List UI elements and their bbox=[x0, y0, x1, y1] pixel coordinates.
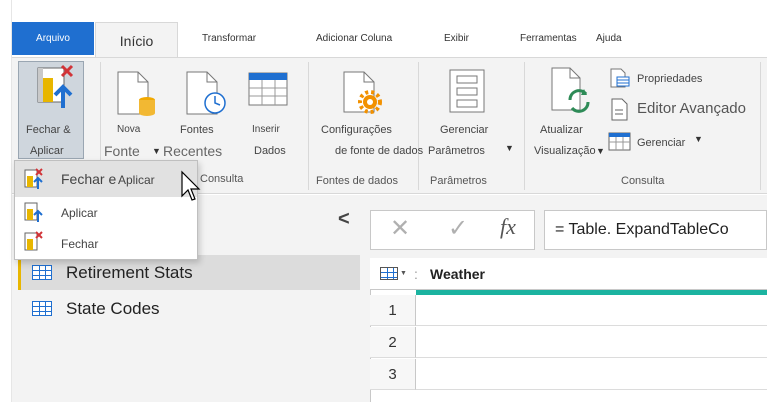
manage-parameters-icon bbox=[448, 68, 488, 121]
tab-ajuda[interactable]: Ajuda bbox=[596, 22, 622, 55]
fx-button[interactable]: fx bbox=[500, 214, 516, 240]
manage-parameters-label[interactable]: Gerenciar bbox=[440, 123, 488, 137]
menu-item-apply[interactable]: Aplicar bbox=[61, 206, 98, 220]
close-apply-label-1: Fechar & bbox=[26, 124, 71, 136]
enter-data-label-2[interactable]: Dados bbox=[254, 144, 286, 158]
ribbon-separator bbox=[308, 62, 309, 190]
ribbon-separator bbox=[760, 62, 761, 190]
chevron-down-icon[interactable]: ▼ bbox=[400, 270, 407, 277]
recent-sources-label[interactable]: Fontes bbox=[180, 123, 214, 137]
table-icon bbox=[32, 301, 52, 316]
advanced-editor-button[interactable]: Editor Avançado bbox=[637, 101, 746, 116]
table-cell[interactable] bbox=[416, 327, 767, 358]
tab-transformar[interactable]: Transformar bbox=[202, 22, 256, 55]
chevron-down-icon[interactable]: ▼ bbox=[694, 134, 703, 144]
tab-exibir[interactable]: Exibir bbox=[444, 22, 469, 55]
recent-sources-label-2[interactable]: Recentes bbox=[163, 144, 222, 158]
row-number: 2 bbox=[370, 327, 416, 358]
new-source-label-2[interactable]: Fonte bbox=[104, 144, 140, 158]
left-edge bbox=[0, 0, 12, 402]
refresh-preview-icon bbox=[548, 66, 594, 123]
table-cell[interactable] bbox=[416, 359, 767, 390]
group-label-parametros: Parâmetros bbox=[430, 175, 487, 187]
close-apply-icon bbox=[36, 64, 76, 119]
row-number: 1 bbox=[370, 295, 416, 326]
properties-icon bbox=[609, 68, 631, 93]
query-label[interactable]: Retirement Stats bbox=[66, 263, 193, 283]
mouse-cursor-icon bbox=[180, 170, 202, 215]
group-label-consulta: Consulta bbox=[621, 175, 665, 187]
data-source-settings-icon bbox=[340, 70, 384, 123]
table-icon bbox=[32, 265, 52, 280]
menu-item-label[interactable]: Fechar e bbox=[61, 171, 116, 187]
header-divider: : bbox=[414, 266, 418, 282]
table-menu-icon[interactable] bbox=[380, 267, 398, 280]
collapse-pane-button[interactable]: < bbox=[338, 208, 350, 231]
enter-data-label[interactable]: Inserir bbox=[252, 123, 280, 137]
manage-button[interactable]: Gerenciar bbox=[637, 136, 685, 150]
new-source-icon bbox=[112, 70, 158, 123]
manage-parameters-label-2[interactable]: Parâmetros bbox=[428, 144, 485, 158]
tab-ferramentas[interactable]: Ferramentas bbox=[520, 22, 577, 55]
formula-input[interactable]: = Table. ExpandTableCo bbox=[544, 210, 767, 250]
group-label-fontes: Fontes de dados bbox=[316, 175, 398, 187]
column-header-weather[interactable]: Weather bbox=[430, 266, 485, 282]
properties-button[interactable]: Propriedades bbox=[637, 72, 702, 86]
confirm-formula-button[interactable]: ✓ bbox=[448, 214, 468, 243]
data-source-settings-label[interactable]: Configurações bbox=[321, 123, 392, 137]
tab-arquivo[interactable]: Arquivo bbox=[12, 22, 94, 55]
cancel-formula-button[interactable]: ✕ bbox=[390, 214, 410, 243]
query-label[interactable]: State Codes bbox=[66, 299, 160, 319]
row-number: 3 bbox=[370, 359, 416, 390]
close-apply-label-2: Aplicar bbox=[30, 145, 64, 157]
menu-item-label[interactable]: Aplicar bbox=[118, 173, 155, 187]
chevron-down-icon[interactable]: ▼ bbox=[596, 146, 605, 156]
chevron-down-icon[interactable]: ▼ bbox=[152, 146, 161, 156]
apply-icon bbox=[24, 201, 44, 228]
tab-inicio[interactable]: Início bbox=[95, 22, 178, 58]
tab-adicionar-coluna[interactable]: Adicionar Coluna bbox=[316, 22, 392, 55]
ribbon-separator bbox=[418, 62, 419, 190]
group-label-consulta-left: Consulta bbox=[200, 173, 244, 185]
menu-item-close[interactable]: Fechar bbox=[61, 237, 98, 251]
ribbon-separator bbox=[524, 62, 525, 190]
refresh-preview-label[interactable]: Atualizar bbox=[540, 123, 583, 137]
table-cell[interactable] bbox=[416, 295, 767, 326]
data-source-settings-label-2[interactable]: de fonte de dados bbox=[335, 144, 423, 158]
manage-icon bbox=[608, 132, 632, 157]
close-apply-icon bbox=[24, 168, 44, 195]
chevron-down-icon[interactable]: ▼ bbox=[505, 143, 514, 153]
close-icon bbox=[24, 231, 44, 258]
enter-data-icon bbox=[248, 72, 290, 113]
advanced-editor-icon bbox=[609, 98, 631, 127]
refresh-preview-label-2[interactable]: Visualização bbox=[534, 144, 596, 158]
new-source-label[interactable]: Nova bbox=[117, 123, 140, 137]
recent-sources-icon bbox=[183, 70, 229, 123]
